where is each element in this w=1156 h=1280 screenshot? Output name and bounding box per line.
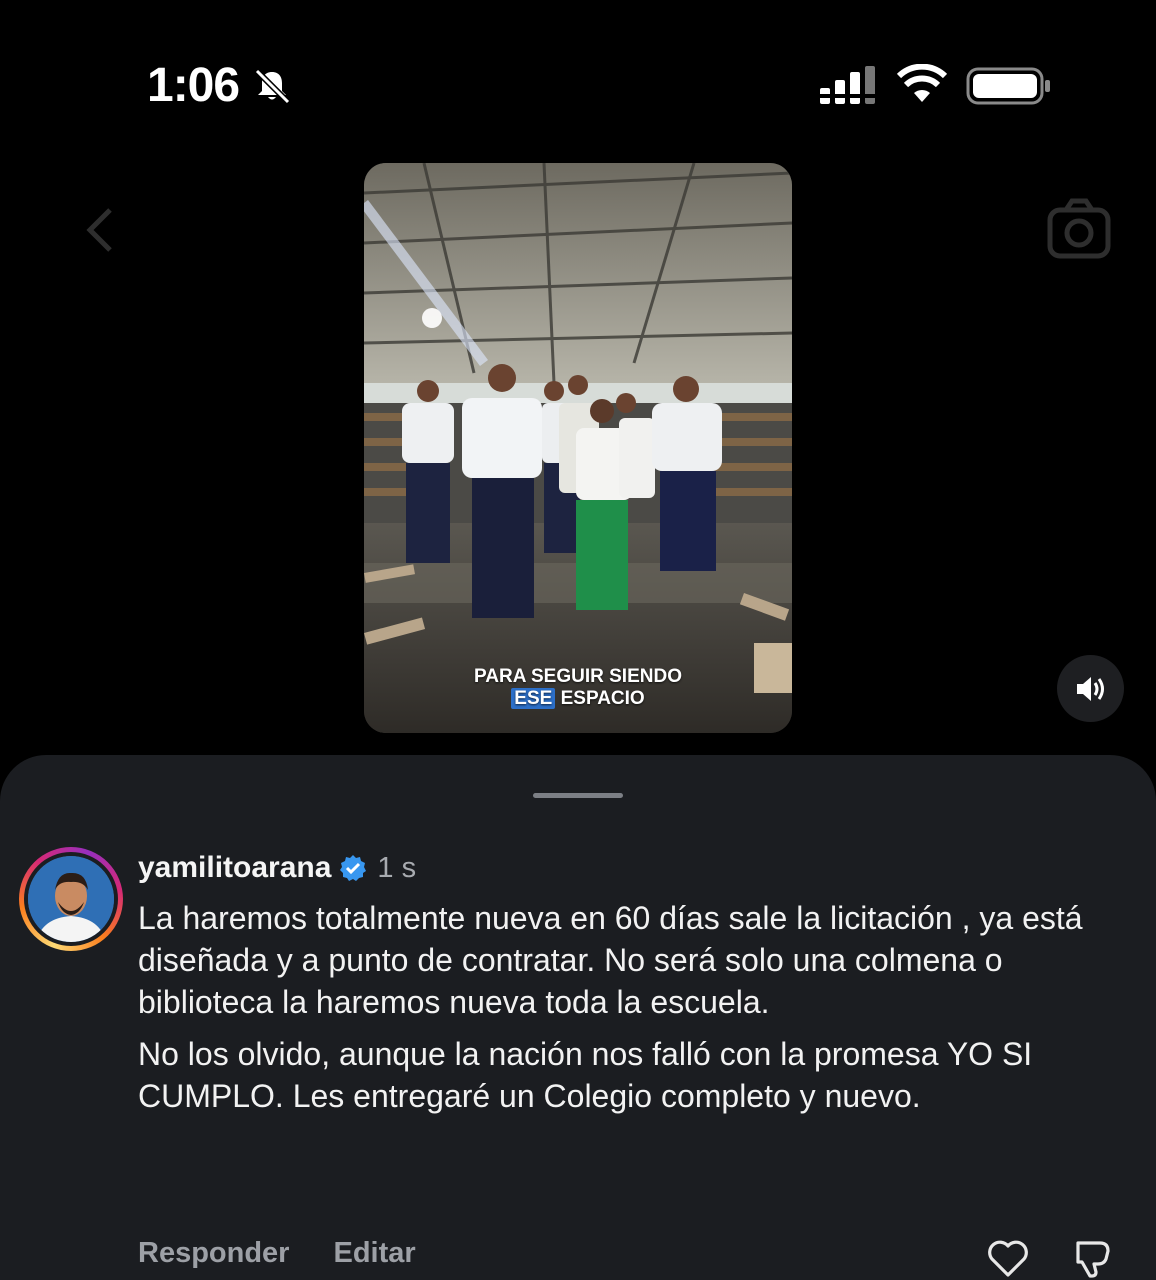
- avatar-story-ring[interactable]: [19, 847, 123, 951]
- status-time: 1:06: [147, 59, 240, 112]
- avatar-image: [28, 856, 114, 942]
- speaker-volume-icon: [1077, 677, 1104, 701]
- caption-highlight: ESE: [511, 688, 556, 709]
- reel-video-preview[interactable]: PARA SEGUIR SIENDO ESE ESPACIO: [364, 163, 792, 733]
- avatar: [28, 856, 114, 942]
- comment-username[interactable]: yamilitoarana: [138, 851, 331, 885]
- cellular-signal-icon: [820, 66, 875, 104]
- reel-caption: PARA SEGUIR SIENDO ESE ESPACIO: [364, 666, 792, 710]
- battery-icon: [966, 67, 1050, 105]
- comment-paragraph: La haremos totalmente nueva en 60 días s…: [138, 900, 1083, 1020]
- chevron-left-icon[interactable]: [80, 205, 120, 255]
- wifi-icon: [896, 64, 948, 102]
- comments-sheet: yamilitoarana 1 s La haremos totalmente …: [0, 755, 1156, 1280]
- edit-button[interactable]: Editar: [333, 1237, 415, 1270]
- caption-rest: ESPACIO: [560, 688, 645, 709]
- dislike-icon[interactable]: [1070, 1235, 1116, 1280]
- status-bar: 1:06: [0, 0, 1156, 150]
- reply-button[interactable]: Responder: [138, 1237, 289, 1270]
- sound-toggle-button[interactable]: [1057, 655, 1124, 722]
- caption-line-1: PARA SEGUIR SIENDO: [474, 666, 682, 687]
- reel-video-frame: [364, 163, 792, 733]
- heart-icon[interactable]: [985, 1235, 1031, 1280]
- camera-icon[interactable]: [1046, 196, 1112, 262]
- comment-paragraph: No los olvido, aunque la nación nos fall…: [138, 1036, 1033, 1114]
- bell-slash-icon: [254, 68, 291, 105]
- comment-header: yamilitoarana 1 s: [138, 848, 416, 888]
- comment-actions: Responder Editar: [138, 1237, 416, 1270]
- caption-line-2: ESE ESPACIO: [364, 688, 792, 710]
- comment-text: La haremos totalmente nueva en 60 días s…: [138, 897, 1098, 1127]
- sheet-grabber[interactable]: [533, 793, 623, 798]
- comment-timestamp: 1 s: [377, 851, 417, 884]
- verified-badge-icon: [340, 855, 367, 881]
